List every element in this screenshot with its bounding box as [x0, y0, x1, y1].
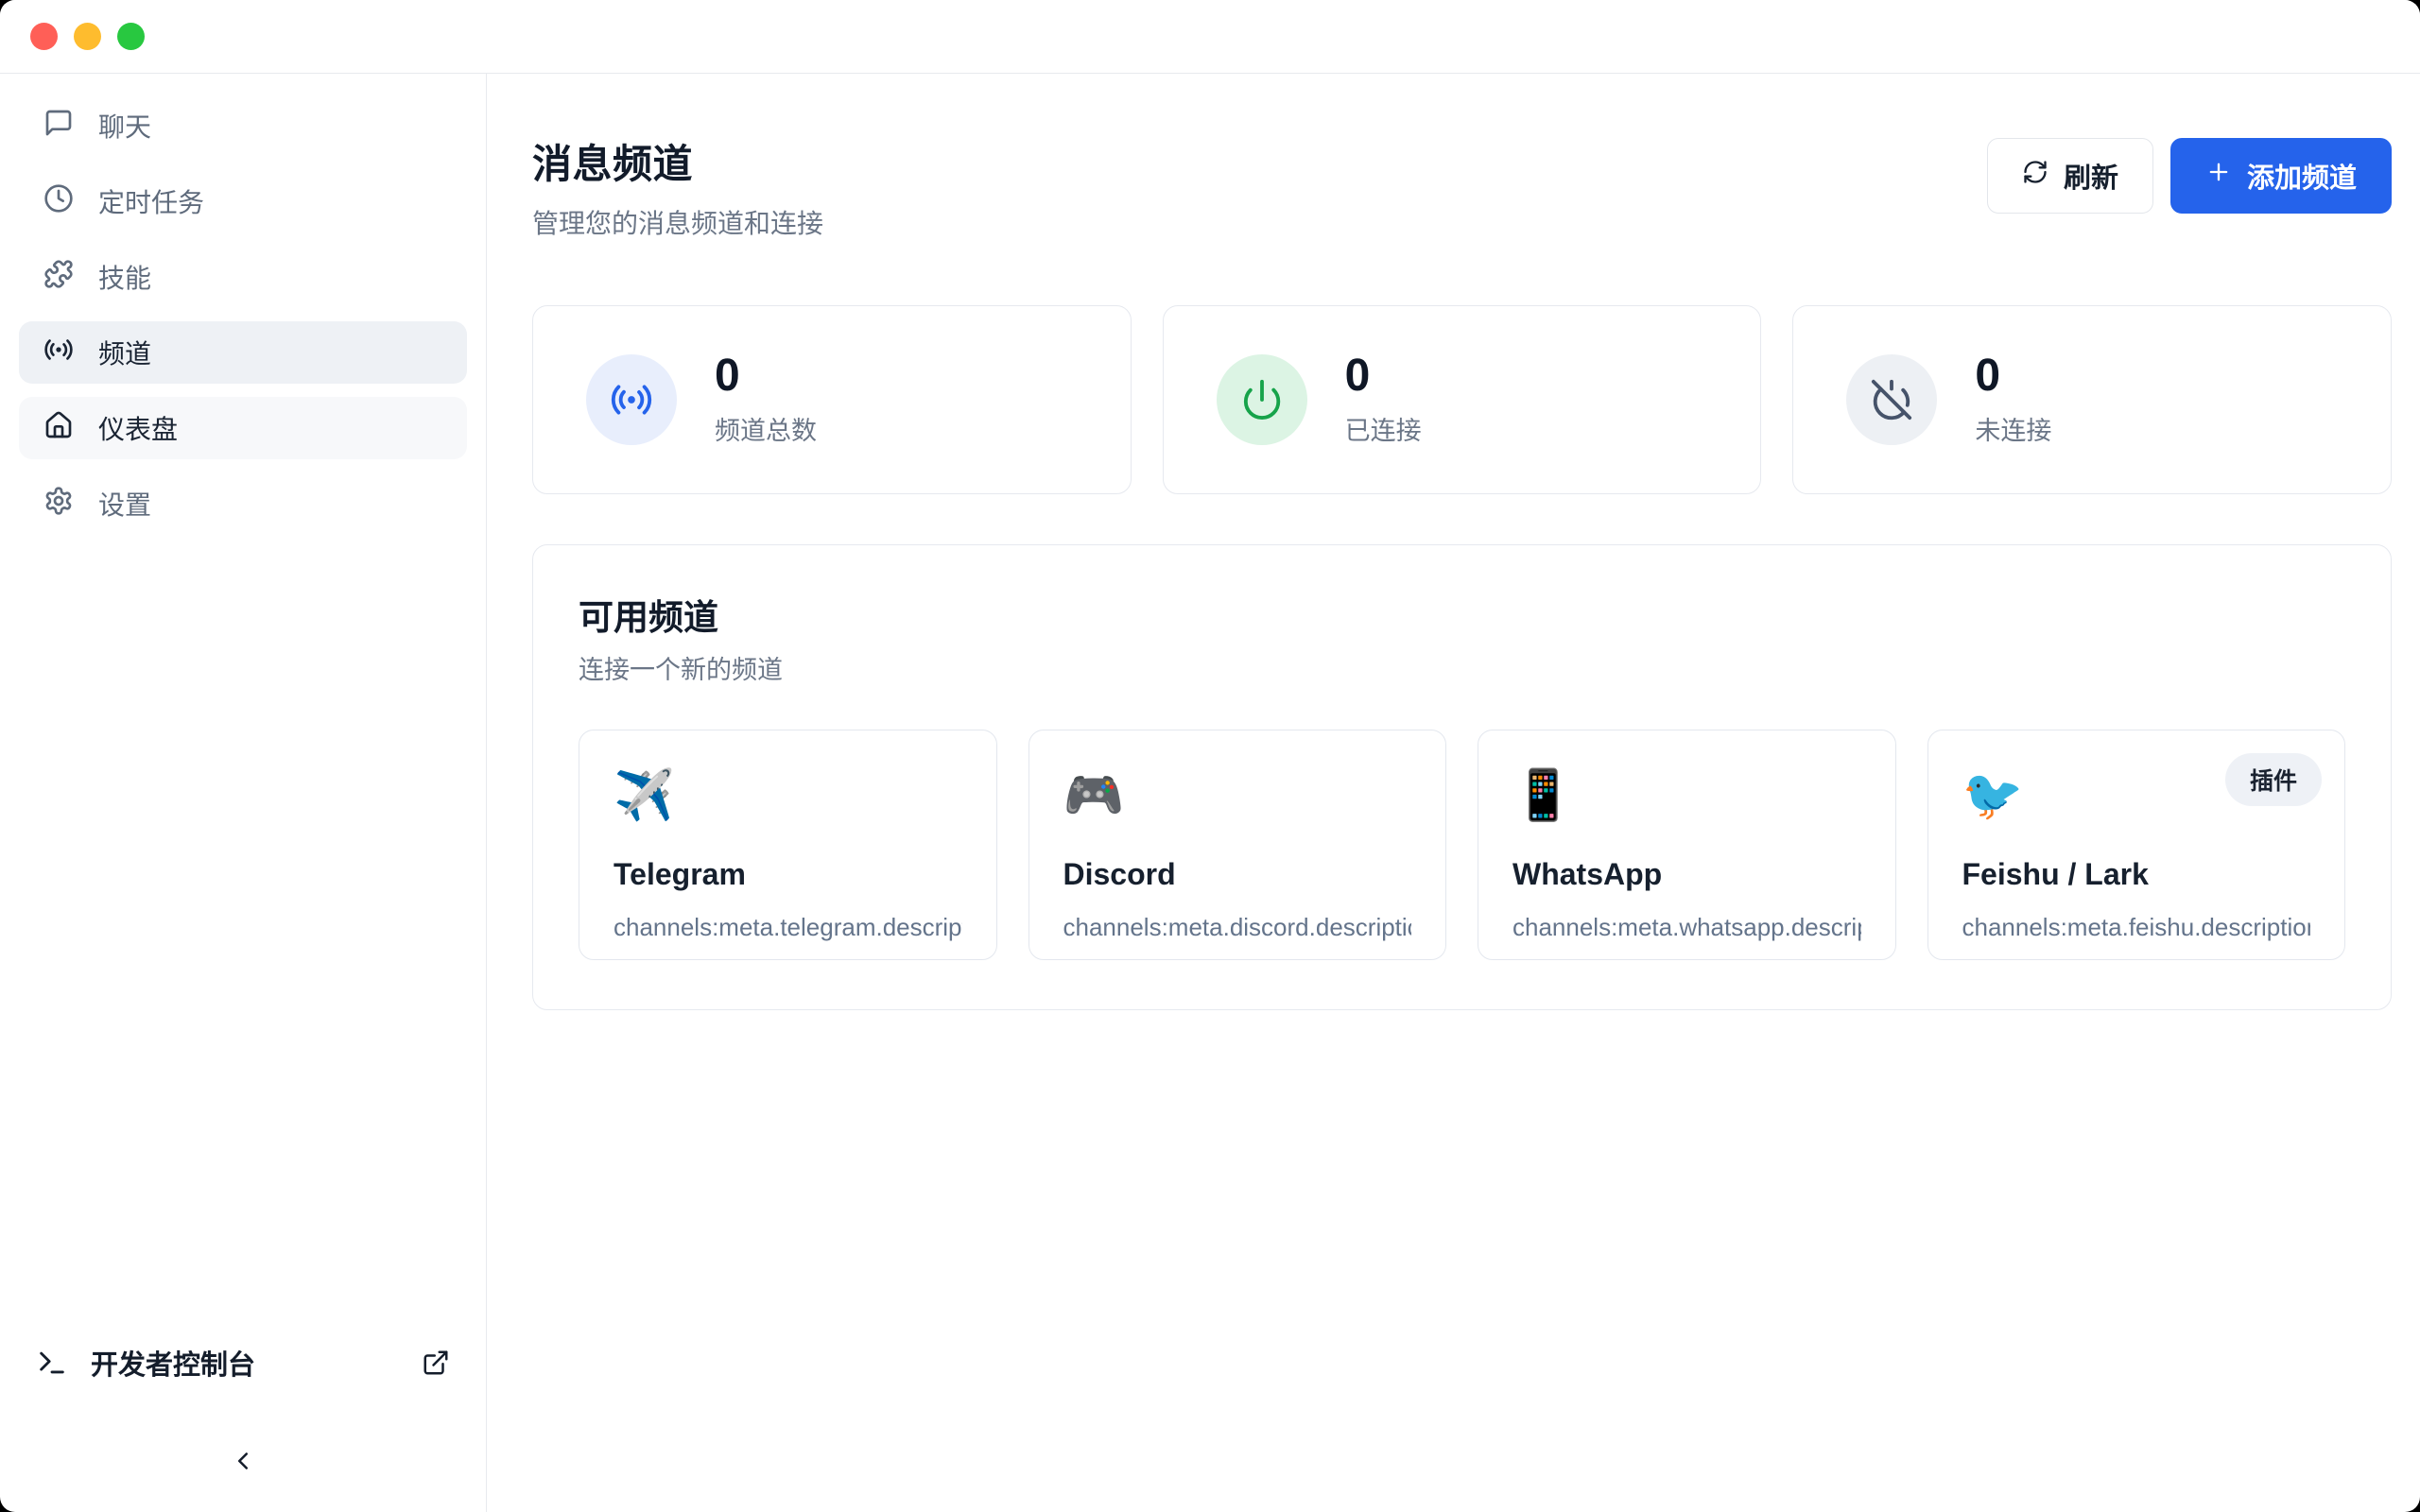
- channel-name: Telegram: [614, 857, 962, 892]
- minimize-button[interactable]: [74, 23, 101, 50]
- section-subtitle: 连接一个新的频道: [579, 649, 2345, 686]
- stat-value: 0: [715, 353, 817, 399]
- broadcast-icon: [586, 354, 677, 445]
- sidebar-item-channels[interactable]: 频道: [19, 321, 467, 384]
- refresh-button[interactable]: 刷新: [1987, 138, 2153, 214]
- discord-emoji-icon: 🎮: [1063, 766, 1412, 825]
- close-button[interactable]: [30, 23, 58, 50]
- plus-icon: [2205, 159, 2232, 193]
- developer-console-link[interactable]: 开发者控制台: [19, 1334, 467, 1391]
- stat-value: 0: [1975, 353, 2051, 399]
- sidebar: 聊天 定时任务 技能 频道: [0, 74, 487, 1512]
- refresh-icon: [2022, 159, 2048, 193]
- add-channel-button[interactable]: 添加频道: [2170, 138, 2392, 214]
- sidebar-item-label: 技能: [98, 258, 151, 296]
- page-header: 消息频道 管理您的消息频道和连接 刷新 添加频道: [532, 132, 2392, 241]
- channel-description: channels:meta.telegram.descript: [614, 913, 962, 942]
- channel-description: channels:meta.whatsapp.descrip: [1512, 913, 1861, 942]
- sidebar-item-settings[interactable]: 设置: [19, 472, 467, 535]
- sidebar-footer: 开发者控制台: [19, 1334, 467, 1486]
- gear-icon: [43, 486, 74, 523]
- channel-name: WhatsApp: [1512, 857, 1861, 892]
- channel-grid: ✈️ Telegram channels:meta.telegram.descr…: [579, 730, 2345, 960]
- refresh-button-label: 刷新: [2064, 156, 2118, 196]
- sidebar-item-label: 定时任务: [98, 182, 204, 220]
- add-channel-button-label: 添加频道: [2247, 156, 2357, 196]
- sidebar-collapse-button[interactable]: [220, 1440, 266, 1486]
- clock-icon: [43, 183, 74, 220]
- available-channels-section: 可用频道 连接一个新的频道 ✈️ Telegram channels:meta.…: [532, 544, 2392, 1010]
- home-icon: [43, 410, 74, 447]
- sidebar-item-dashboard[interactable]: 仪表盘: [19, 397, 467, 459]
- puzzle-icon: [43, 259, 74, 296]
- stat-label: 频道总数: [715, 410, 817, 447]
- channel-card-telegram[interactable]: ✈️ Telegram channels:meta.telegram.descr…: [579, 730, 997, 960]
- channel-card-whatsapp[interactable]: 📱 WhatsApp channels:meta.whatsapp.descri…: [1478, 730, 1896, 960]
- sidebar-item-label: 聊天: [98, 107, 151, 145]
- channel-name: Discord: [1063, 857, 1412, 892]
- sidebar-item-label: 频道: [98, 334, 151, 371]
- section-title: 可用频道: [579, 589, 2345, 640]
- zoom-button[interactable]: [117, 23, 145, 50]
- page-subtitle: 管理您的消息频道和连接: [532, 203, 823, 241]
- sidebar-item-skills[interactable]: 技能: [19, 246, 467, 308]
- app-window: 聊天 定时任务 技能 频道: [0, 0, 2420, 1512]
- channel-badge: 插件: [2225, 753, 2322, 806]
- stat-label: 未连接: [1975, 410, 2051, 447]
- stats-row: 0 频道总数 0 已连接: [532, 305, 2392, 494]
- channel-description: channels:meta.feishu.description: [1962, 913, 2311, 942]
- whatsapp-emoji-icon: 📱: [1512, 766, 1861, 825]
- channel-card-feishu[interactable]: 🐦 Feishu / Lark channels:meta.feishu.des…: [1927, 730, 2346, 960]
- stat-card-connected: 0 已连接: [1163, 305, 1762, 494]
- channel-card-discord[interactable]: 🎮 Discord channels:meta.discord.descript…: [1028, 730, 1447, 960]
- chat-icon: [43, 108, 74, 145]
- sidebar-item-scheduled-tasks[interactable]: 定时任务: [19, 170, 467, 232]
- main-content: 消息频道 管理您的消息频道和连接 刷新 添加频道: [487, 74, 2420, 1512]
- external-link-icon: [422, 1349, 450, 1377]
- power-off-icon: [1846, 354, 1937, 445]
- channel-name: Feishu / Lark: [1962, 857, 2311, 892]
- page-title: 消息频道: [532, 132, 823, 190]
- broadcast-icon: [43, 335, 74, 371]
- titlebar: [0, 0, 2420, 74]
- stat-label: 已连接: [1345, 410, 1422, 447]
- stat-value: 0: [1345, 353, 1422, 399]
- channel-description: channels:meta.discord.descriptic: [1063, 913, 1412, 942]
- chevron-left-icon: [229, 1447, 257, 1480]
- stat-card-total-channels: 0 频道总数: [532, 305, 1132, 494]
- telegram-emoji-icon: ✈️: [614, 766, 962, 825]
- stat-card-disconnected: 0 未连接: [1792, 305, 2392, 494]
- developer-console-label: 开发者控制台: [91, 1343, 255, 1383]
- sidebar-item-label: 设置: [98, 485, 151, 523]
- sidebar-item-chat[interactable]: 聊天: [19, 94, 467, 157]
- power-icon: [1217, 354, 1307, 445]
- terminal-icon: [36, 1347, 68, 1379]
- sidebar-item-label: 仪表盘: [98, 409, 178, 447]
